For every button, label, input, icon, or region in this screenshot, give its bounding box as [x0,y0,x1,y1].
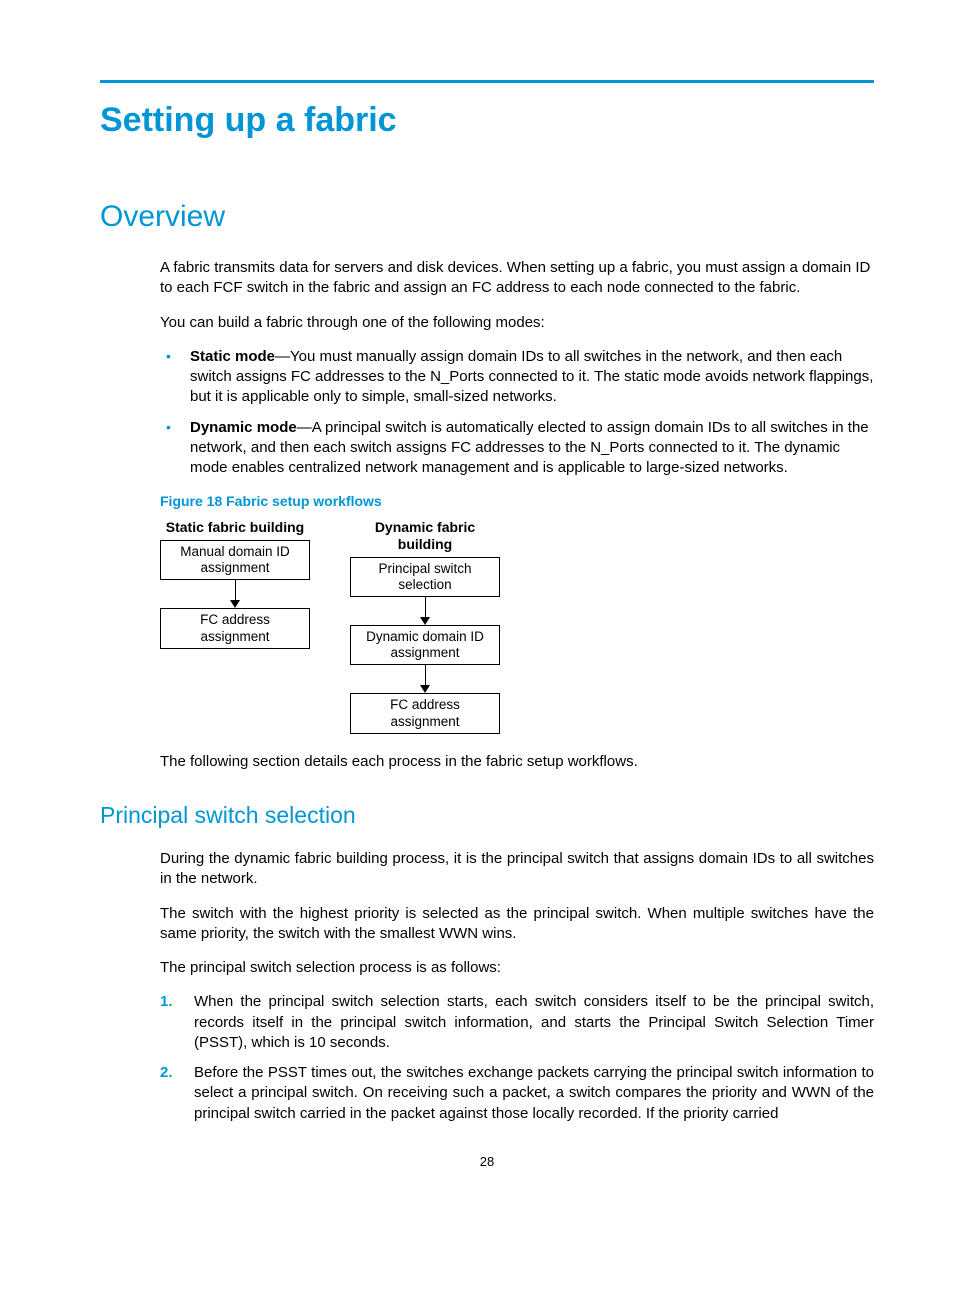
overview-p2: You can build a fabric through one of th… [160,313,874,333]
overview-p3: The following section details each proce… [160,752,874,772]
overview-heading: Overview [100,200,874,234]
mode-label: Static mode [190,348,275,365]
principal-p3: The principal switch selection process i… [160,958,874,978]
principal-body: During the dynamic fabric building proce… [160,849,874,1124]
modes-list: Static mode—You must manually assign dom… [160,347,874,479]
list-item: Dynamic mode—A principal switch is autom… [160,418,874,479]
page-number: 28 [100,1154,874,1169]
mode-label: Dynamic mode [190,419,297,436]
static-workflow-column: Static fabric building Manual domain ID … [160,519,310,734]
principal-heading: Principal switch selection [100,802,874,829]
principal-p2: The switch with the highest priority is … [160,904,874,945]
workflow-box: Principal switch selection [350,557,500,597]
column-title: Dynamic fabric building [350,519,500,553]
mode-text: —You must manually assign domain IDs to … [190,348,873,406]
column-title: Static fabric building [166,519,304,536]
list-item: When the principal switch selection star… [160,992,874,1053]
page-content: Setting up a fabric Overview A fabric tr… [0,0,954,1209]
figure-caption: Figure 18 Fabric setup workflows [160,492,874,511]
workflow-box: Manual domain ID assignment [160,540,310,580]
process-steps: When the principal switch selection star… [160,992,874,1124]
list-item: Before the PSST times out, the switches … [160,1063,874,1124]
workflow-diagram: Static fabric building Manual domain ID … [160,519,874,734]
page-title: Setting up a fabric [100,101,874,140]
workflow-box: FC address assignment [160,608,310,648]
workflow-box: FC address assignment [350,693,500,733]
dynamic-workflow-column: Dynamic fabric building Principal switch… [350,519,500,734]
overview-body: A fabric transmits data for servers and … [160,258,874,772]
list-item: Static mode—You must manually assign dom… [160,347,874,408]
workflow-box: Dynamic domain ID assignment [350,625,500,665]
top-rule [100,80,874,83]
principal-p1: During the dynamic fabric building proce… [160,849,874,890]
overview-p1: A fabric transmits data for servers and … [160,258,874,299]
